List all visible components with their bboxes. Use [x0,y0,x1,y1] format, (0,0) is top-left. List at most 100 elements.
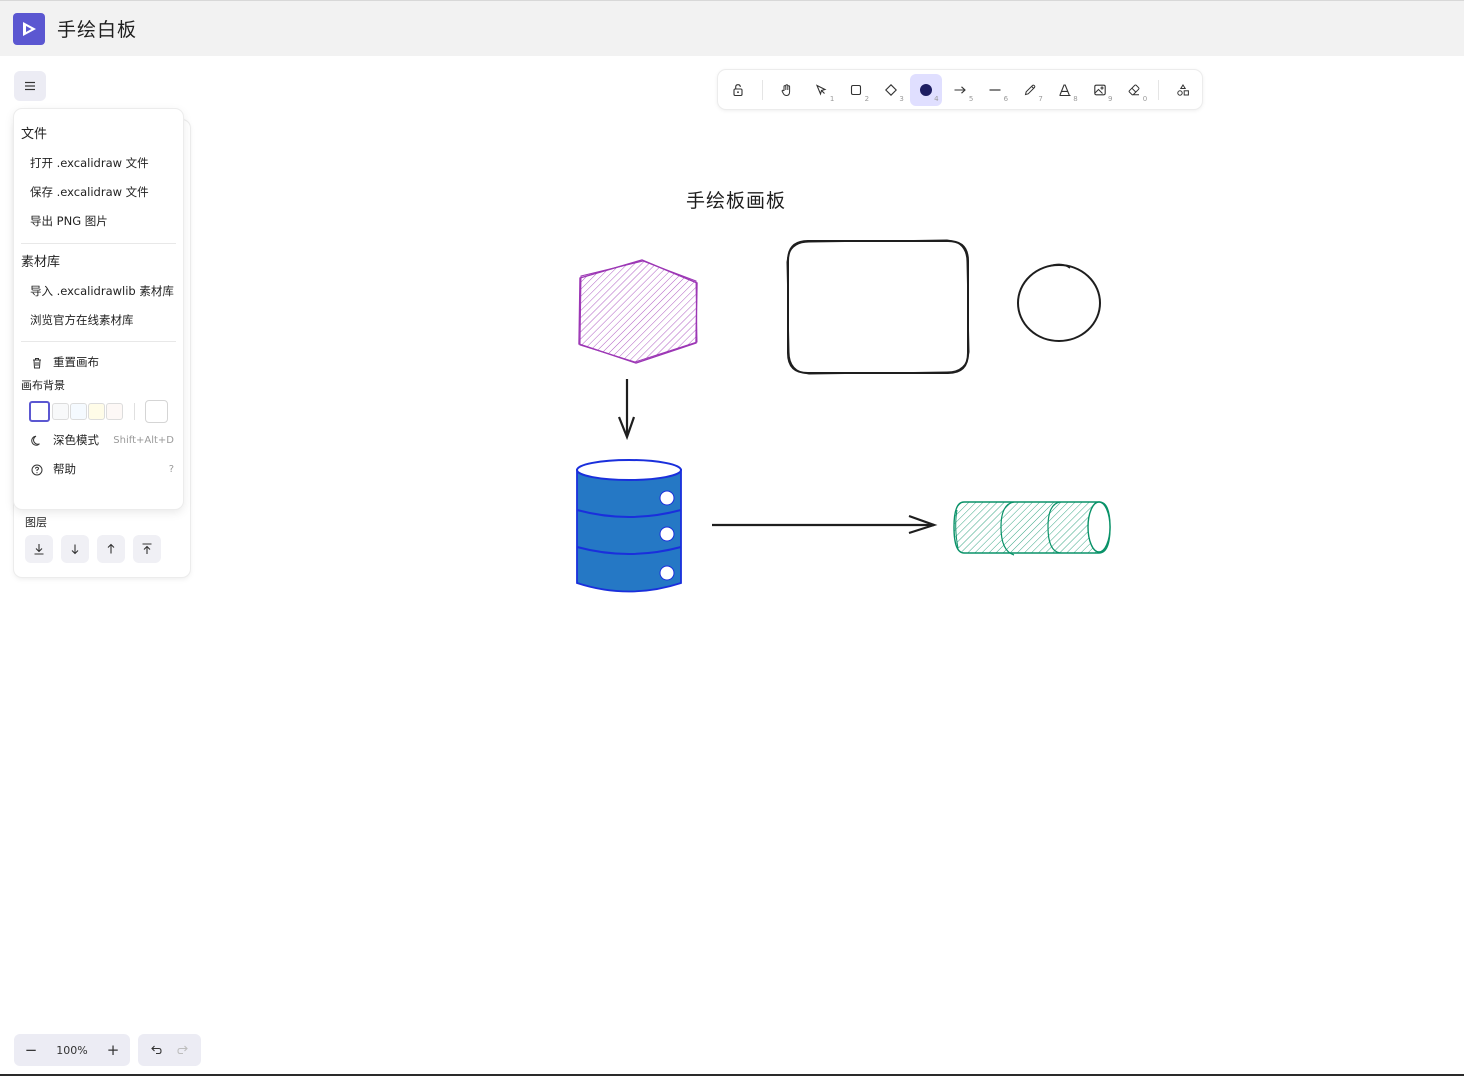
trash-icon [30,356,44,370]
help-item[interactable]: 帮助 ? [21,455,176,484]
swatch-divider [134,403,135,420]
tool-key: 0 [1142,94,1148,103]
import-library-item[interactable]: 导入 .excalidrawlib 素材库 [21,277,176,306]
help-label: 帮助 [53,462,76,476]
cylinder-shape[interactable] [953,501,1111,556]
lock-icon [733,83,743,96]
toolbar-divider [761,79,763,100]
tool-selection[interactable]: 1 [806,74,838,106]
main-menu-button[interactable] [14,71,46,101]
tool-text[interactable]: 8 [1049,74,1081,106]
reset-canvas-item[interactable]: 重置画布 [21,348,176,377]
bring-forward-button[interactable] [97,535,125,563]
arrow-right-icon [954,85,967,94]
square-icon [851,84,862,95]
app-title: 手绘白板 [57,19,138,41]
hand-icon [781,83,790,96]
circle-shape[interactable] [1017,263,1101,342]
shapes-icon [1177,83,1189,96]
undo-button[interactable] [147,1041,165,1059]
tool-extra[interactable] [1167,74,1199,106]
help-shortcut: ? [168,464,174,475]
moon-icon [30,434,44,448]
bg-swatch-blue[interactable] [70,403,87,420]
library-heading: 素材库 [21,255,61,270]
dark-mode-item[interactable]: 深色模式 Shift+Alt+D [21,426,176,455]
tool-key: 9 [1107,94,1113,103]
bg-swatch-yellow[interactable] [88,403,105,420]
layer-buttons [25,535,161,563]
layers-label: 图层 [25,516,47,529]
undo-redo-controls [138,1034,201,1066]
tool-image[interactable]: 9 [1084,74,1116,106]
export-png-item[interactable]: 导出 PNG 图片 [21,207,176,236]
bg-swatch-white[interactable] [29,401,50,422]
drawing-canvas[interactable]: 手绘板画板 [0,56,1464,1076]
toolbar-divider [1158,79,1160,100]
send-backward-button[interactable] [61,535,89,563]
cursor-icon [816,83,827,96]
zoom-controls: − 100% + [14,1034,130,1066]
tool-rectangle[interactable]: 2 [840,74,872,106]
line-icon [989,88,1001,91]
zoom-level[interactable]: 100% [56,1044,87,1057]
redo-button[interactable] [174,1041,192,1059]
tool-eraser[interactable]: 0 [1118,74,1150,106]
tool-diamond[interactable]: 3 [875,74,907,106]
bring-to-front-icon [142,543,152,554]
tool-key: 1 [829,94,835,103]
down-arrow[interactable] [617,379,636,441]
tool-key: 7 [1038,94,1043,103]
redo-icon [177,1045,189,1055]
right-arrow[interactable] [712,514,938,535]
canvas-text-label[interactable]: 手绘板画板 [686,186,786,213]
dark-mode-shortcut: Shift+Alt+D [113,435,174,446]
canvas-bg-heading: 画布背景 [21,379,65,392]
image-icon [1093,84,1106,95]
shape-toolbar: 1 2 3 4 5 6 7 8 9 0 [718,70,1202,109]
arrow-down-icon [71,544,79,555]
tool-key: 4 [934,94,939,103]
reset-canvas-label: 重置画布 [53,355,99,369]
open-file-item[interactable]: 打开 .excalidraw 文件 [21,149,176,178]
arrow-up-icon [107,543,115,554]
file-heading: 文件 [21,127,48,142]
circle-icon [919,83,932,96]
bg-custom-color-button[interactable] [145,400,168,423]
database-shape[interactable] [576,459,682,593]
tool-hand[interactable] [771,74,803,106]
save-file-item[interactable]: 保存 .excalidraw 文件 [21,178,176,207]
send-to-back-button[interactable] [25,535,53,563]
app-header: 手绘白板 [0,0,1464,56]
zoom-in-button[interactable]: + [104,1041,122,1059]
tool-draw[interactable]: 7 [1014,74,1046,106]
main-menu-dropdown: 文件 打开 .excalidraw 文件 保存 .excalidraw 文件 导… [14,109,183,509]
app-logo-icon [13,12,45,45]
tool-key: 6 [1003,94,1009,103]
tool-ellipse[interactable]: 4 [909,73,942,106]
tool-line[interactable]: 6 [979,74,1011,106]
tool-key: 3 [899,94,904,103]
pencil-icon [1024,84,1036,95]
help-circle-icon [30,463,44,477]
zoom-out-button[interactable]: − [22,1041,40,1059]
tool-key: 5 [968,94,974,103]
send-to-back-icon [34,544,44,555]
tool-key: 2 [864,94,870,103]
hamburger-icon [25,81,35,91]
rounded-rectangle-shape[interactable] [786,239,970,375]
eraser-icon [1128,84,1140,95]
bring-to-front-button[interactable] [133,535,161,563]
browse-library-item[interactable]: 浏览官方在线素材库 [21,306,176,335]
bg-swatch-pink[interactable] [106,403,123,420]
canvas-bg-swatches [21,397,176,426]
tool-lock[interactable] [722,74,754,106]
undo-icon [150,1045,162,1055]
tool-arrow[interactable]: 5 [945,74,977,106]
text-icon [1059,83,1071,96]
tool-key: 8 [1073,94,1078,103]
hexagon-shape[interactable] [578,259,698,364]
diamond-icon [884,83,897,96]
dark-mode-label: 深色模式 [53,433,99,447]
bg-swatch-gray[interactable] [52,403,69,420]
